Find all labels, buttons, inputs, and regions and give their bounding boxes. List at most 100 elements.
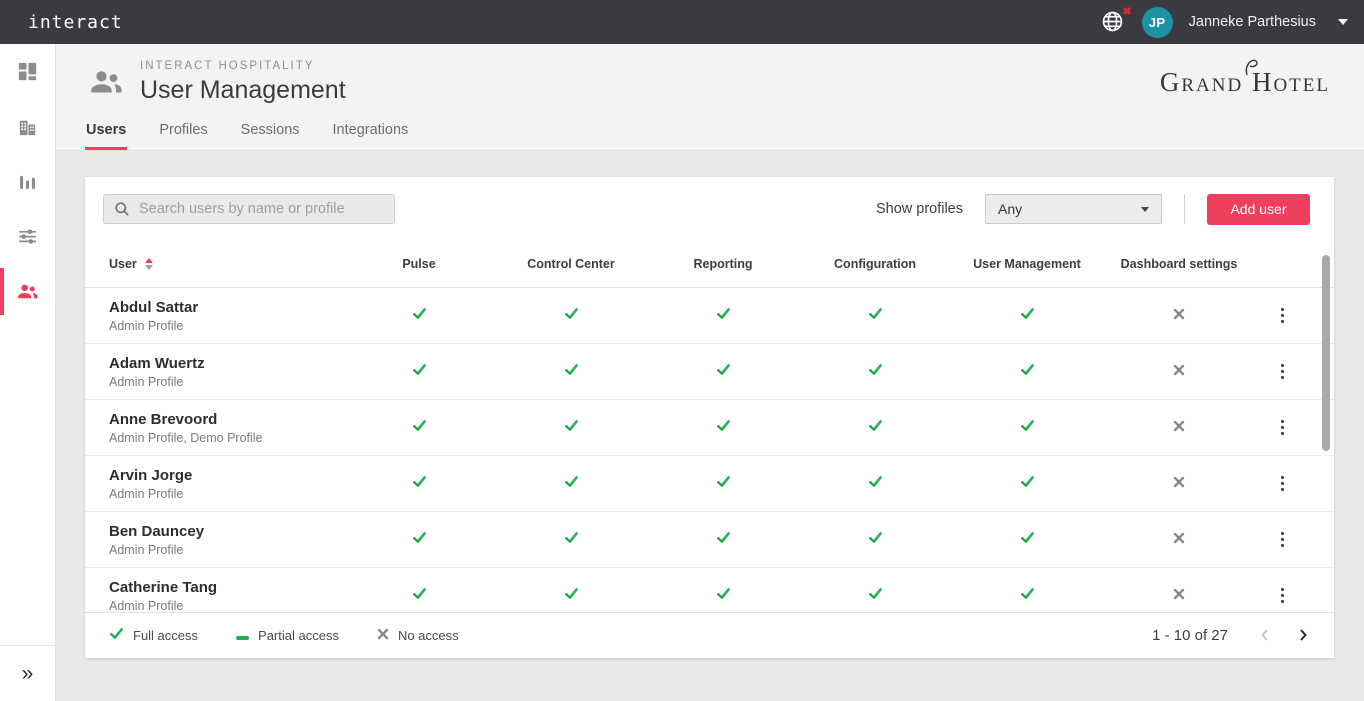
column-header-reporting: Reporting (647, 257, 799, 271)
avatar[interactable]: JP (1142, 7, 1173, 38)
row-menu-button[interactable] (1273, 359, 1292, 384)
no-access-cross-icon (1173, 475, 1185, 492)
access-cell (495, 306, 647, 326)
access-cell (647, 530, 799, 550)
access-cell (951, 530, 1103, 550)
tab-users[interactable]: Users (85, 113, 127, 150)
app-label: INTERACT HOSPITALITY (140, 60, 346, 72)
tab-integrations[interactable]: Integrations (332, 113, 410, 150)
app-logo: interact (28, 12, 123, 33)
column-header-user-management: User Management (951, 257, 1103, 271)
full-access-check-icon (1020, 364, 1035, 381)
access-cell (495, 362, 647, 382)
partial-access-dash-icon (236, 628, 249, 643)
language-globe-button[interactable]: ✖ (1100, 9, 1126, 35)
full-access-check-icon (868, 532, 883, 549)
no-access-cross-icon (1173, 307, 1185, 324)
user-profiles: Admin Profile, Demo Profile (109, 431, 263, 445)
column-header-configuration: Configuration (799, 257, 951, 271)
add-user-button[interactable]: Add user (1207, 194, 1310, 225)
no-access-cross-icon (1173, 363, 1185, 380)
row-menu-button[interactable] (1273, 471, 1292, 496)
full-access-check-icon (412, 420, 427, 437)
legend-label: Partial access (258, 628, 339, 643)
access-cell (647, 306, 799, 326)
full-access-check-icon (716, 532, 731, 549)
tab-sessions[interactable]: Sessions (240, 113, 301, 150)
full-access-check-icon (868, 588, 883, 605)
access-cell (343, 586, 495, 606)
user-profiles: Admin Profile (109, 543, 204, 557)
sort-icon[interactable] (145, 258, 153, 270)
access-cell (799, 474, 951, 494)
column-header-user[interactable]: User (109, 257, 343, 271)
access-cell (495, 418, 647, 438)
access-cell (647, 362, 799, 382)
legend-label: Full access (133, 628, 198, 643)
table-row: Abdul SattarAdmin Profile (85, 288, 1334, 344)
users-icon (88, 64, 124, 105)
access-cell (495, 530, 647, 550)
access-cell (951, 586, 1103, 606)
search-box[interactable] (103, 194, 395, 224)
access-cell (343, 530, 495, 550)
row-menu-button[interactable] (1273, 583, 1292, 608)
sidebar-expand-button[interactable]: » (0, 645, 55, 701)
chevron-down-icon (1141, 207, 1149, 212)
access-cell (951, 474, 1103, 494)
user-table-card: Show profiles Any Add user User Pulse Co… (85, 177, 1334, 658)
full-access-check-icon (868, 420, 883, 437)
access-cell (343, 306, 495, 326)
column-header-pulse: Pulse (343, 257, 495, 271)
page-header: INTERACT HOSPITALITY User Management Gra… (56, 44, 1364, 151)
access-cell (343, 362, 495, 382)
full-access-check-icon (412, 364, 427, 381)
chevron-right-icon (1294, 626, 1312, 644)
full-access-check-icon (564, 308, 579, 325)
full-access-check-icon (868, 476, 883, 493)
sidebar-item-reports[interactable] (0, 154, 55, 209)
chevron-down-icon[interactable] (1338, 19, 1348, 25)
access-cell (1103, 531, 1255, 549)
sidebar-item-user-management[interactable] (0, 264, 55, 319)
user-name: Ben Dauncey (109, 523, 204, 540)
access-cell (951, 306, 1103, 326)
full-access-check-icon (412, 532, 427, 549)
row-menu-button[interactable] (1273, 415, 1292, 440)
access-cell (343, 418, 495, 438)
access-cell (343, 474, 495, 494)
access-cell (799, 530, 951, 550)
next-page-button[interactable] (1294, 626, 1312, 644)
sidebar-item-dashboard[interactable] (0, 44, 55, 99)
table-row: Ben Dauncey Admin Profile (85, 512, 1334, 568)
sidebar-item-controls[interactable] (0, 209, 55, 264)
user-profiles: Admin Profile (109, 599, 217, 613)
scrollbar-thumb[interactable] (1322, 255, 1330, 451)
table-header-row: User Pulse Control Center Reporting Conf… (85, 241, 1334, 288)
sidebar-item-property[interactable] (0, 99, 55, 154)
access-cell (951, 418, 1103, 438)
tab-bar: Users Profiles Sessions Integrations (56, 113, 1364, 151)
tab-profiles[interactable]: Profiles (158, 113, 208, 150)
row-menu-button[interactable] (1273, 527, 1292, 552)
table-scrollbar[interactable] (1322, 243, 1330, 612)
table-row: Arvin Jorge Admin Profile (85, 456, 1334, 512)
search-icon (114, 201, 130, 217)
search-input[interactable] (139, 201, 384, 217)
full-access-check-icon (716, 364, 731, 381)
user-name: Arvin Jorge (109, 467, 192, 484)
previous-page-button[interactable] (1256, 626, 1274, 644)
show-profiles-label: Show profiles (876, 201, 963, 217)
user-profiles: Admin Profile (109, 487, 192, 501)
row-menu-button[interactable] (1273, 303, 1292, 328)
full-access-check-icon (564, 420, 579, 437)
no-access-cross-icon (1173, 531, 1185, 548)
profile-filter-select[interactable]: Any (985, 194, 1162, 224)
full-access-check-icon (1020, 532, 1035, 549)
full-access-check-icon (1020, 476, 1035, 493)
access-cell (799, 362, 951, 382)
content-area: Show profiles Any Add user User Pulse Co… (56, 151, 1364, 701)
user-name: Janneke Parthesius (1189, 14, 1316, 30)
full-access-check-icon (109, 626, 124, 644)
user-name: Adam Wuertz (109, 355, 205, 372)
